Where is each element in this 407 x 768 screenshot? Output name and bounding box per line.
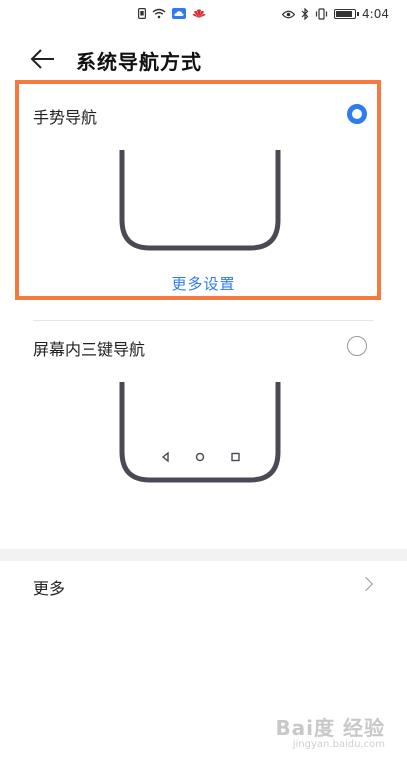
status-bar: 4:04 (0, 0, 407, 30)
watermark-brand: Bai度 经验 (275, 716, 385, 740)
bluetooth-icon (301, 8, 309, 20)
sim-icon (138, 8, 146, 19)
more-row[interactable]: 更多 (0, 561, 407, 609)
option-three-key-navigation[interactable]: 屏幕内三键导航 (0, 320, 407, 490)
watermark-url: jingyan.baidu.com (292, 739, 385, 750)
eye-icon (282, 10, 296, 18)
baidu-watermark: Bai度 经验 jingyan.baidu.com (275, 712, 385, 750)
huawei-logo-icon (192, 9, 206, 18)
back-triangle-icon (161, 451, 169, 463)
vibrate-icon (315, 8, 328, 20)
chevron-right-icon (358, 576, 374, 592)
more-label: 更多 (33, 579, 66, 598)
status-right-icons: 4:04 (282, 7, 389, 21)
arrow-left-icon[interactable] (30, 48, 56, 70)
page-title: 系统导航方式 (76, 50, 202, 74)
three-key-phone-illustration (119, 382, 281, 483)
cloud-icon (172, 8, 186, 19)
status-left-icons (138, 8, 206, 19)
home-circle-icon (195, 452, 205, 462)
status-time: 4:04 (362, 7, 389, 21)
highlight-box (15, 80, 381, 300)
option-label-three-key: 屏幕内三键导航 (33, 340, 146, 359)
recents-square-icon (231, 452, 240, 462)
section-divider (0, 549, 407, 561)
battery-fill (336, 11, 353, 17)
page-header: 系统导航方式 (0, 36, 407, 84)
radio-unselected-icon[interactable] (347, 336, 367, 356)
battery-icon (334, 9, 360, 19)
wifi-icon (152, 8, 166, 19)
